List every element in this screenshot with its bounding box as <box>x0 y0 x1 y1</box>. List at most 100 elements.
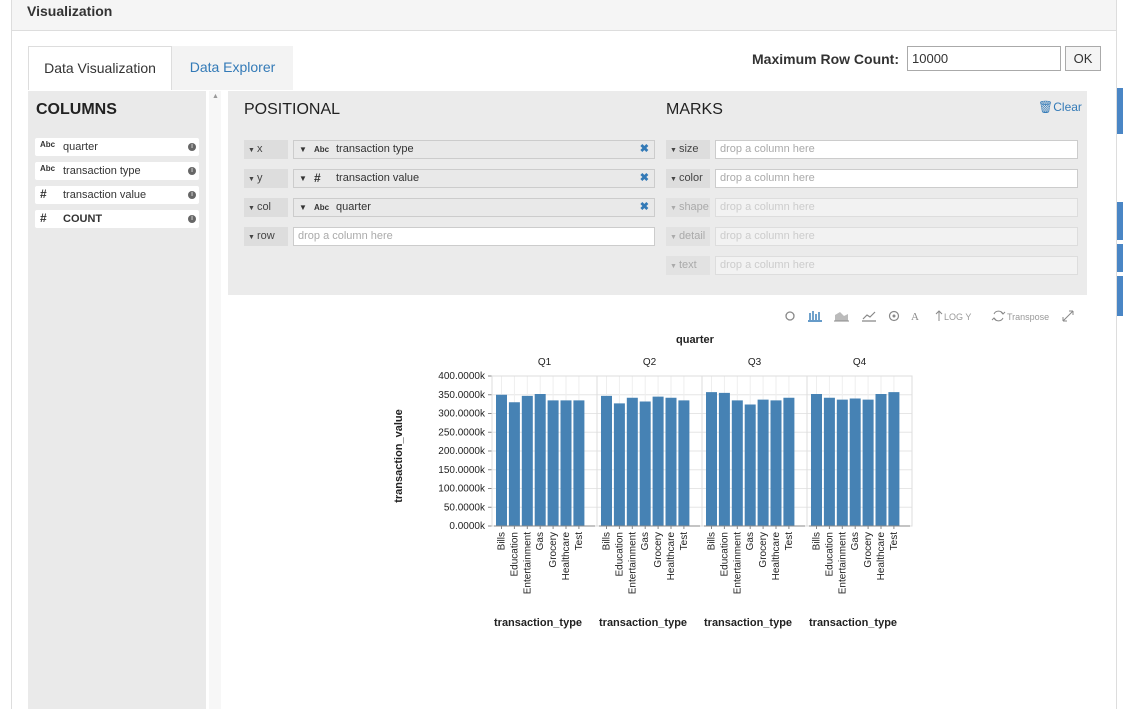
x-tick-label: Test <box>679 532 690 551</box>
columns-panel: COLUMNS Abc quarter i Abc transaction ty… <box>28 91 206 709</box>
x-tick-label: Test <box>889 532 900 551</box>
x-axis-title: transaction_type <box>599 617 688 629</box>
panel-divider[interactable] <box>209 91 221 709</box>
x-tick-label: Bills <box>707 532 718 550</box>
shelf-y-label[interactable]: ▼ y <box>244 169 288 188</box>
shelf-row-label[interactable]: ▼ row <box>244 227 288 246</box>
caret-down-icon: ▼ <box>670 234 677 241</box>
expand-icon[interactable] <box>1062 310 1074 322</box>
shelf-y-field[interactable]: ▼ # transaction value ✖ <box>293 169 655 188</box>
bar <box>613 403 625 526</box>
remove-icon[interactable]: ✖ <box>640 141 649 158</box>
shelf-col-field[interactable]: ▼ Abc quarter ✖ <box>293 198 655 217</box>
x-tick-label: Healthcare <box>876 532 887 581</box>
x-tick-label: Healthcare <box>666 532 677 581</box>
tab-data-explorer[interactable]: Data Explorer <box>172 46 293 90</box>
transpose-icon[interactable] <box>991 310 1006 322</box>
x-tick-label: Healthcare <box>771 532 782 581</box>
max-row-count-input[interactable] <box>907 46 1061 71</box>
transpose-label[interactable]: Transpose <box>1007 312 1049 322</box>
column-name: transaction value <box>63 189 147 201</box>
log-y-button[interactable] <box>935 310 943 321</box>
x-tick-label: Grocery <box>758 532 769 568</box>
column-name: transaction type <box>63 165 141 177</box>
log-y-label[interactable]: LOG Y <box>944 312 971 322</box>
marks-color-drop[interactable]: drop a column here <box>715 169 1078 188</box>
bar <box>731 400 743 526</box>
x-tick-label: Bills <box>602 532 613 550</box>
bar <box>601 395 612 526</box>
x-axis-title: transaction_type <box>494 617 583 629</box>
bar <box>811 394 822 526</box>
marks-shape-label: ▼ shape <box>666 198 710 217</box>
remove-icon[interactable]: ✖ <box>640 170 649 187</box>
x-tick-label: Entertainment <box>522 532 533 594</box>
shelf-x-label[interactable]: ▼ x <box>244 140 288 159</box>
x-tick-label: Gas <box>745 532 756 550</box>
facet-label: Q1 <box>538 357 552 368</box>
column-item-count[interactable]: # COUNT i <box>35 210 199 228</box>
x-tick-label: Gas <box>640 532 651 550</box>
bar <box>770 400 782 526</box>
y-axis-title: transaction_value <box>392 409 405 503</box>
bar <box>573 400 585 526</box>
area-icon[interactable] <box>834 312 849 322</box>
column-item-transaction-type[interactable]: Abc transaction type i <box>35 162 199 180</box>
caret-down-icon: ▼ <box>670 176 677 183</box>
caret-down-icon[interactable]: ▼ <box>299 199 307 216</box>
number-type-icon: # <box>40 187 47 201</box>
y-tick-label: 200.0000k <box>438 446 486 457</box>
bar <box>783 397 795 526</box>
string-type-icon: Abc <box>314 145 330 154</box>
marks-size-drop[interactable]: drop a column here <box>715 140 1078 159</box>
x-tick-label: Grocery <box>548 532 559 568</box>
tick-icon[interactable] <box>888 310 900 322</box>
string-type-icon: Abc <box>314 203 330 212</box>
shelf-row-drop[interactable]: drop a column here <box>293 227 655 246</box>
number-type-icon: # <box>40 211 47 225</box>
tab-data-visualization[interactable]: Data Visualization <box>28 46 172 90</box>
x-tick-label: Healthcare <box>561 532 572 581</box>
x-tick-label: Grocery <box>653 532 664 568</box>
marks-color-label[interactable]: ▼ color <box>666 169 710 188</box>
info-icon[interactable]: i <box>188 191 196 199</box>
field-name: transaction type <box>336 143 414 155</box>
trash-icon: 🗑 <box>1038 100 1054 114</box>
bar <box>823 397 835 526</box>
bar <box>639 401 651 526</box>
bar <box>888 392 900 526</box>
x-tick-label: Gas <box>535 532 546 550</box>
remove-icon[interactable]: ✖ <box>640 199 649 216</box>
bar-icon[interactable] <box>808 311 822 322</box>
line-icon[interactable] <box>862 311 876 322</box>
text-mark-icon[interactable]: A <box>911 311 919 323</box>
marks-size-label[interactable]: ▼ size <box>666 140 710 159</box>
caret-down-icon: ▼ <box>670 147 677 154</box>
x-tick-label: Education <box>614 532 625 576</box>
caret-down-icon[interactable]: ▼ <box>299 141 307 158</box>
bar <box>665 397 677 526</box>
bar <box>678 400 690 526</box>
faceted-bar-chart: 0.0000k 50.0000k 100.0000k 150.0000k 200.000… <box>438 357 913 594</box>
marks-title: MARKS <box>666 101 723 118</box>
caret-down-icon[interactable]: ▼ <box>299 170 307 187</box>
info-icon[interactable]: i <box>188 143 196 151</box>
column-item-transaction-value[interactable]: # transaction value i <box>35 186 199 204</box>
clear-label: Clear <box>1053 100 1082 114</box>
scroll-up-icon[interactable]: ▲ <box>212 93 219 100</box>
column-item-quarter[interactable]: Abc quarter i <box>35 138 199 156</box>
bar <box>744 404 756 526</box>
chart-title: quarter <box>676 334 714 346</box>
shelf-col-label[interactable]: ▼ col <box>244 198 288 217</box>
bar <box>626 397 638 526</box>
info-icon[interactable]: i <box>188 167 196 175</box>
clear-button[interactable]: 🗑Clear <box>1038 100 1082 114</box>
y-tick-label: 300.0000k <box>438 409 486 420</box>
ok-button[interactable]: OK <box>1065 46 1101 71</box>
x-tick-label: Education <box>824 532 835 576</box>
shelf-x-field[interactable]: ▼ Abc transaction type ✖ <box>293 140 655 159</box>
info-icon[interactable]: i <box>188 215 196 223</box>
point-icon[interactable] <box>785 311 795 321</box>
x-axis-title: transaction_type <box>809 617 898 629</box>
x-tick-label: Gas <box>850 532 861 550</box>
